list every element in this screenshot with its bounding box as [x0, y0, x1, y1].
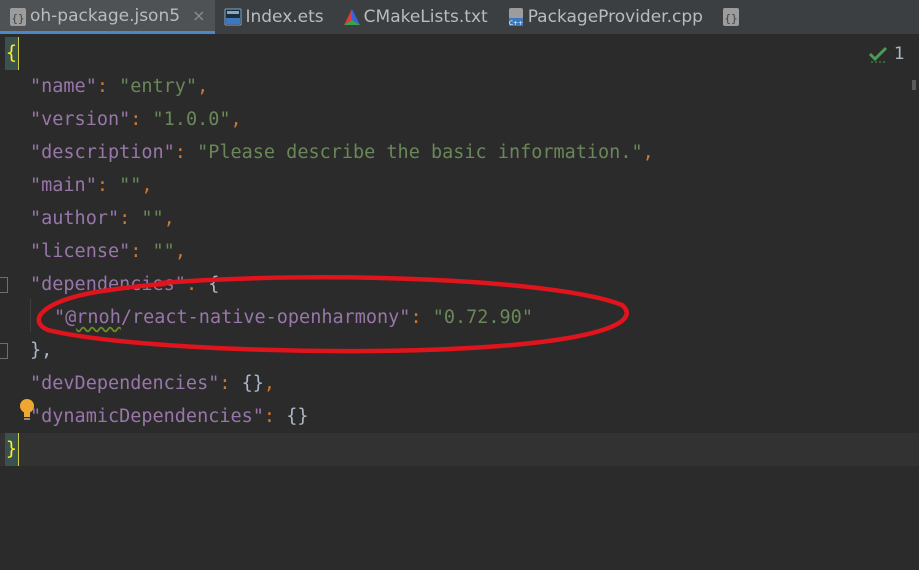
colon: :: [119, 208, 142, 229]
code-line-close-dependencies[interactable]: },: [0, 334, 919, 367]
colon: :: [219, 373, 242, 394]
colon: :: [263, 406, 287, 427]
cpp-file-icon: C++: [509, 8, 523, 27]
json-key: "description": [30, 142, 175, 163]
json-key-prefix: "@: [54, 307, 77, 328]
code-line-name[interactable]: "name": "entry",: [0, 70, 919, 103]
tab-packageprovider-cpp[interactable]: C++ PackageProvider.cpp: [498, 0, 713, 34]
empty-object: {}: [241, 373, 264, 394]
colon: :: [96, 76, 120, 97]
code-line-author[interactable]: "author": "",: [0, 202, 919, 235]
comma: ,: [141, 175, 153, 196]
json-string: "": [141, 208, 164, 229]
code-line-description[interactable]: "description": "Please describe the basi…: [0, 136, 919, 169]
colon: :: [410, 307, 433, 328]
comma: ,: [263, 373, 276, 394]
json5-file-icon: {}: [10, 8, 26, 26]
tab-index-ets[interactable]: Index.ets: [215, 0, 333, 34]
colon: :: [174, 142, 198, 163]
code-line-dependency-entry[interactable]: "@rnoh/react-native-openharmony": "0.72.…: [0, 301, 919, 334]
colon: :: [185, 274, 209, 295]
json5-file-icon: {}: [722, 8, 739, 26]
comma: ,: [163, 208, 175, 229]
svg-text:{}: {}: [11, 12, 24, 25]
colon: :: [130, 241, 153, 262]
tab-cmakelists[interactable]: CMakeLists.txt: [334, 0, 498, 34]
tab-overflow[interactable]: {}: [713, 0, 773, 34]
code-line-dependencies[interactable]: "dependencies": {: [0, 268, 919, 301]
tab-label: Index.ets: [245, 7, 324, 27]
empty-object: {}: [286, 406, 309, 427]
json-string: "Please describe the basic information.": [197, 142, 643, 163]
cmake-file-icon: [343, 9, 360, 25]
matched-close-brace: }: [5, 433, 19, 466]
code-line-license[interactable]: "license": "",: [0, 235, 919, 268]
json-key: "main": [30, 175, 97, 196]
json-string: "": [152, 241, 175, 262]
code-line-dynamicdependencies[interactable]: "dynamicDependencies": {}: [0, 400, 919, 433]
svg-text:C++: C++: [509, 20, 523, 27]
code-line-devdependencies[interactable]: "devDependencies": {},: [0, 367, 919, 400]
json-key: "version": [30, 109, 131, 130]
code-line-main[interactable]: "main": "",: [0, 169, 919, 202]
tab-label: oh-package.json5: [30, 5, 181, 26]
comma: ,: [197, 76, 209, 97]
ets-file-icon: [224, 8, 242, 26]
matched-open-brace: {: [5, 37, 19, 70]
json-string: "entry": [119, 76, 198, 97]
json-string: "1.0.0": [152, 109, 231, 130]
lightbulb-icon[interactable]: [18, 398, 36, 422]
comma: ,: [642, 142, 654, 163]
editor-tab-bar: {} oh-package.json5 × Index.ets CMakeLis…: [0, 0, 919, 35]
tab-label: CMakeLists.txt: [363, 7, 488, 27]
json-key: "dependencies": [30, 274, 186, 295]
json-key: "license": [30, 241, 131, 262]
json-key: "author": [30, 208, 120, 229]
svg-text:{}: {}: [724, 12, 737, 25]
code-line-close-root[interactable]: [0, 433, 919, 466]
colon: :: [96, 175, 120, 196]
code-line-version[interactable]: "version": "1.0.0",: [0, 103, 919, 136]
json-key-rest: /react-native-openharmony": [120, 307, 411, 328]
close-brace: },: [30, 340, 53, 361]
open-brace: {: [208, 274, 220, 295]
scrollbar-marker[interactable]: [912, 80, 916, 90]
comma: ,: [230, 109, 242, 130]
json-string: "": [119, 175, 142, 196]
colon: :: [130, 109, 153, 130]
inspection-widget[interactable]: 1: [868, 44, 905, 64]
json-key-scope: rnoh: [76, 307, 121, 328]
json-string: "0.72.90": [432, 307, 533, 328]
tab-oh-package-json5[interactable]: {} oh-package.json5 ×: [0, 0, 216, 34]
code-editor[interactable]: { "name": "entry", "version": "1.0.0", "…: [0, 35, 919, 570]
check-inspection-icon: [868, 46, 888, 63]
close-icon[interactable]: ×: [192, 6, 205, 25]
inspection-count: 1: [894, 44, 905, 64]
json-key: "dynamicDependencies": [30, 406, 264, 427]
json-key: "name": [30, 76, 97, 97]
comma: ,: [174, 241, 186, 262]
json-key: "devDependencies": [30, 373, 220, 394]
tab-label: PackageProvider.cpp: [527, 7, 703, 27]
